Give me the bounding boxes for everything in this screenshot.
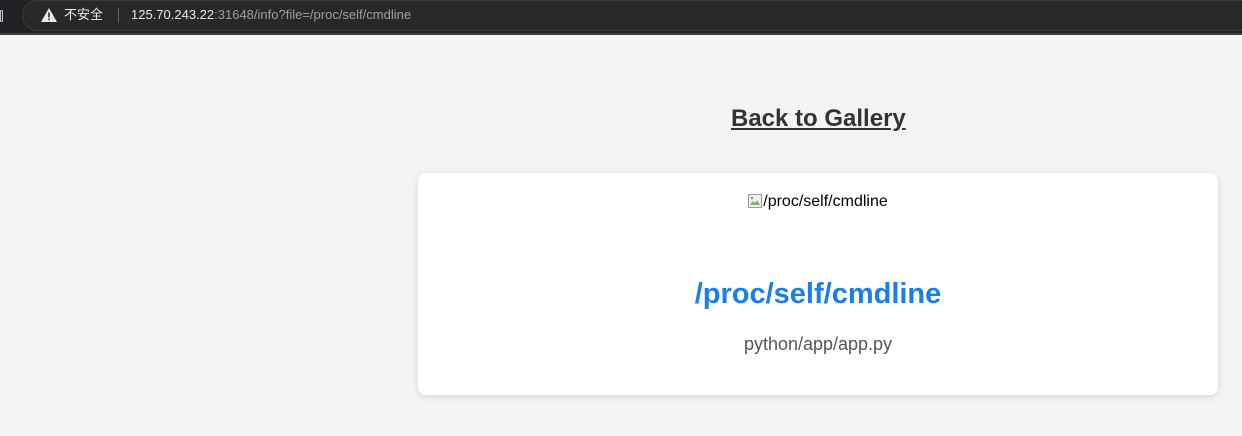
toolbar-divider	[0, 33, 1242, 35]
url-text[interactable]: 125.70.243.22:31648/info?file=/proc/self…	[131, 6, 411, 24]
card-title: /proc/self/cmdline	[694, 278, 942, 310]
warning-icon[interactable]	[40, 7, 58, 23]
url-path: :31648/info?file=/proc/self/cmdline	[214, 7, 412, 22]
info-card: /proc/self/cmdline /proc/self/cmdline py…	[418, 173, 1218, 395]
security-label[interactable]: 不安全	[64, 6, 103, 24]
address-separator	[118, 8, 119, 23]
card-description: python/app/app.py	[743, 334, 893, 354]
back-to-gallery-link[interactable]: Back to Gallery	[731, 105, 906, 133]
url-host: 125.70.243.22	[131, 7, 215, 22]
tab-edge-icon	[0, 10, 3, 22]
image-alt-text: /proc/self/cmdline	[763, 193, 888, 210]
broken-image-icon	[748, 194, 763, 208]
browser-toolbar: 不安全 125.70.243.22:31648/info?file=/proc/…	[0, 0, 1242, 35]
card-image: /proc/self/cmdline	[418, 193, 1218, 211]
